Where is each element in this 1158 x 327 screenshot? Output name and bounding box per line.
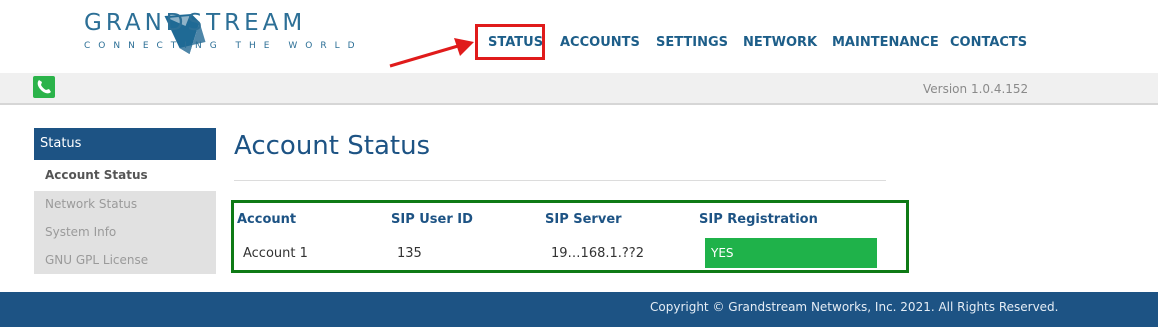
firmware-version: Version 1.0.4.152 bbox=[923, 82, 1029, 96]
nav-status[interactable]: STATUS bbox=[488, 32, 543, 54]
nav-accounts[interactable]: ACCOUNTS bbox=[560, 32, 640, 54]
col-header-sip-server: SIP Server bbox=[545, 212, 622, 227]
nav-network[interactable]: NETWORK bbox=[743, 32, 817, 54]
sidebar-item-system-info[interactable]: System Info bbox=[45, 225, 116, 239]
copyright: Copyright © Grandstream Networks, Inc. 2… bbox=[650, 300, 1059, 314]
col-header-account: Account bbox=[237, 212, 297, 227]
cell-sip-server: 19…168.1.??2 bbox=[551, 246, 644, 261]
page-title: Account Status bbox=[234, 131, 431, 161]
sidebar-item-account-status[interactable]: Account Status bbox=[34, 160, 216, 191]
registration-status-badge: YES bbox=[705, 238, 877, 268]
sidebar-item-network-status[interactable]: Network Status bbox=[45, 197, 137, 211]
nav-settings[interactable]: SETTINGS bbox=[656, 32, 728, 54]
sidebar-section-status[interactable]: Status bbox=[34, 128, 216, 160]
cell-account: Account 1 bbox=[243, 246, 308, 261]
col-header-sip-user-id: SIP User ID bbox=[391, 212, 473, 227]
title-divider bbox=[234, 180, 886, 181]
col-header-sip-registration: SIP Registration bbox=[699, 212, 818, 227]
cell-sip-user-id: 135 bbox=[397, 246, 422, 261]
brand-tagline: CONNECTING THE WORLD bbox=[84, 41, 363, 51]
phone-icon bbox=[33, 76, 55, 98]
sidebar-item-gpl-license[interactable]: GNU GPL License bbox=[45, 253, 148, 267]
annotation-arrow bbox=[389, 38, 474, 68]
nav-contacts[interactable]: CONTACTS bbox=[950, 32, 1027, 54]
nav-maintenance[interactable]: MAINTENANCE bbox=[832, 32, 939, 54]
brand-name: GRANDSTREAM bbox=[84, 10, 307, 36]
